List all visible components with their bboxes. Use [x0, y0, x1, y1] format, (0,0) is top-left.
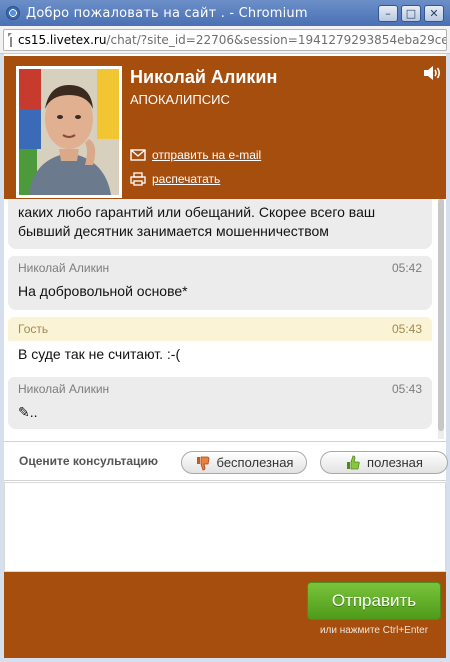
message-text: На добровольной основе* — [18, 283, 188, 299]
window-border — [446, 54, 450, 662]
message-author: Николай Аликин — [18, 261, 110, 275]
message-header: Николай Аликин 05:42 — [8, 256, 432, 280]
message-author: Николай Аликин — [18, 382, 110, 396]
minimize-button[interactable]: – — [378, 4, 398, 22]
chat-messages[interactable]: каких любо гарантий или обещаний. Скорее… — [4, 199, 446, 439]
message-body: В суде так не считают. :-( — [8, 345, 432, 369]
operator-avatar — [16, 66, 122, 198]
message-header: Гость 05:43 — [8, 317, 432, 341]
email-link[interactable]: отправить на e-mail — [130, 148, 261, 162]
window-border — [0, 658, 450, 662]
window-title: Добро пожаловать на сайт . - Chromium — [26, 5, 308, 21]
useless-button-label: бесполезная — [216, 455, 294, 470]
useful-button[interactable]: полезная — [320, 451, 448, 474]
maximize-button[interactable]: □ — [401, 4, 421, 22]
message-time: 05:43 — [391, 322, 422, 336]
message-header: Николай Аликин 05:43 — [8, 377, 432, 401]
chromium-icon — [6, 6, 20, 20]
message-body: На добровольной основе* — [8, 280, 432, 310]
chat-scrollbar[interactable] — [438, 199, 444, 439]
useful-button-label: полезная — [367, 455, 423, 470]
message-author: Гость — [18, 322, 49, 336]
address-bar: cs15.livetex.ru/chat/?site_id=22706&sess… — [0, 26, 450, 54]
operator-status: АПОКАЛИПСИС — [130, 92, 230, 107]
message-text-line: каких любо гарантий или обещаний. Скорее… — [18, 204, 376, 220]
message-input[interactable] — [4, 482, 446, 572]
email-link-label: отправить на e-mail — [152, 148, 262, 162]
send-hint: или нажмите Ctrl+Enter — [319, 625, 429, 636]
url-host: cs15.livetex.ru — [18, 33, 107, 47]
printer-icon — [130, 172, 146, 186]
thumbs-down-icon — [195, 455, 211, 471]
page-icon — [8, 33, 12, 47]
window-titlebar: Добро пожаловать на сайт . - Chromium – … — [0, 0, 450, 26]
print-link-label: распечатать — [152, 172, 221, 186]
envelope-icon — [130, 148, 146, 162]
chat-footer: Отправить или нажмите Ctrl+Enter — [4, 572, 446, 658]
message-time: 05:43 — [391, 382, 422, 396]
rating-bar: Оцените консультацию бесполезная полезна… — [4, 441, 448, 481]
send-button[interactable]: Отправить — [307, 582, 441, 620]
close-button[interactable]: ✕ — [424, 4, 444, 22]
typing-indicator: ✎.. — [18, 404, 38, 420]
operator-name: Николай Аликин — [130, 67, 278, 87]
scrollbar-thumb[interactable] — [438, 199, 444, 431]
url-field[interactable]: cs15.livetex.ru/chat/?site_id=22706&sess… — [3, 29, 447, 51]
operator-header: Николай Аликин АПОКАЛИПСИС отправить на … — [4, 56, 446, 199]
useless-button[interactable]: бесполезная — [181, 451, 307, 474]
message-text: В суде так не считают. :-( — [18, 346, 181, 362]
sound-icon[interactable] — [422, 65, 442, 81]
message-body: каких любо гарантий или обещаний. Скорее… — [8, 199, 432, 249]
message-body: ✎.. — [8, 401, 432, 429]
message-time: 05:42 — [391, 261, 422, 275]
rating-label: Оцените консультацию — [19, 454, 159, 468]
message-text-line: бывший десятник занимается мошенничество… — [18, 223, 329, 239]
print-link[interactable]: распечатать — [130, 172, 220, 186]
thumbs-up-icon — [345, 455, 361, 471]
url-path: /chat/?site_id=22706&session=19412792938… — [106, 33, 447, 47]
